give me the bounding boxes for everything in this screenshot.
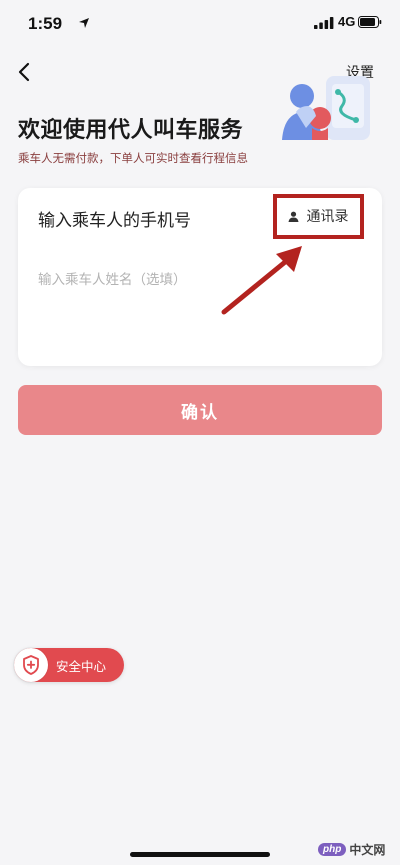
watermark-logo: php [318, 842, 347, 856]
passenger-name-input[interactable]: 输入乘车人姓名（选填） [38, 268, 187, 288]
signal-icon [314, 17, 334, 29]
shield-plus-icon [23, 655, 39, 675]
safety-center-button[interactable]: 安全中心 [14, 648, 124, 682]
network-type: 4G [338, 14, 356, 29]
home-indicator [130, 852, 270, 857]
annotation-arrow-icon [221, 246, 302, 315]
page-title: 欢迎使用代人叫车服务 [18, 118, 244, 143]
shield-badge [14, 648, 48, 682]
page-subtitle: 乘车人无需付款，下单人可实时查看行程信息 [18, 151, 248, 165]
battery-icon [358, 16, 382, 28]
annotation-highlight-box [273, 194, 364, 239]
back-button[interactable] [10, 58, 38, 86]
watermark: php 中文网 [318, 837, 398, 861]
hero-illustration [282, 76, 370, 140]
status-time: 1:59 [28, 14, 63, 33]
location-arrow-icon [79, 18, 89, 28]
status-bar: 1:59 4G [0, 0, 400, 44]
passenger-phone-input[interactable]: 输入乘车人的手机号 [38, 206, 191, 231]
safety-center-label: 安全中心 [56, 658, 107, 674]
confirm-button[interactable]: 确认 [18, 385, 382, 435]
chevron-left-icon [18, 62, 30, 82]
watermark-text: 中文网 [349, 842, 386, 857]
